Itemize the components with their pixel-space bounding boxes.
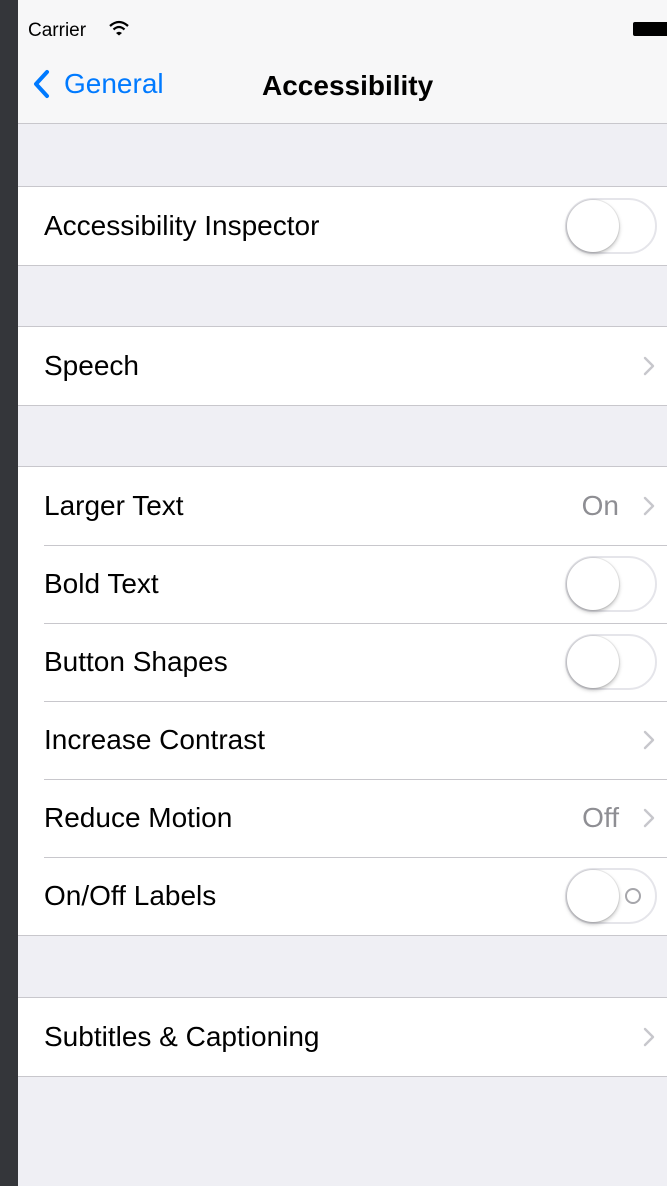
- row-label: On/Off Labels: [44, 880, 217, 911]
- back-button[interactable]: General: [32, 66, 164, 102]
- back-button-label: General: [64, 68, 164, 99]
- row-label: Button Shapes: [44, 646, 228, 677]
- settings-row-button-shapes: Button Shapes: [18, 623, 667, 701]
- toggle-knob: [567, 200, 619, 252]
- battery-icon: [633, 22, 667, 36]
- wifi-icon: [109, 20, 129, 36]
- navigation-bar: General Accessibility: [18, 40, 667, 124]
- row-label: Increase Contrast: [44, 724, 265, 755]
- chevron-right-icon: [643, 808, 655, 828]
- settings-row-speech[interactable]: Speech: [18, 327, 667, 405]
- accessibility-inspector-toggle[interactable]: [565, 198, 657, 254]
- background-edge: [0, 0, 18, 1186]
- settings-group-vision: Larger Text On Bold Text Button Shapes I…: [18, 466, 667, 936]
- row-label: Reduce Motion: [44, 802, 233, 833]
- page-title: Accessibility: [262, 70, 434, 101]
- row-label: Speech: [44, 350, 139, 381]
- settings-row-reduce-motion[interactable]: Reduce Motion Off: [18, 779, 667, 857]
- settings-row-larger-text[interactable]: Larger Text On: [18, 467, 667, 545]
- settings-row-accessibility-inspector: Accessibility Inspector: [18, 187, 667, 265]
- settings-group-speech: Speech: [18, 326, 667, 406]
- chevron-right-icon: [643, 1027, 655, 1047]
- row-value: Off: [582, 802, 619, 833]
- chevron-right-icon: [643, 730, 655, 750]
- row-label: Bold Text: [44, 568, 159, 599]
- toggle-knob: [567, 870, 619, 922]
- chevron-left-icon: [34, 70, 49, 98]
- row-label: Subtitles & Captioning: [44, 1021, 320, 1052]
- bold-text-toggle[interactable]: [565, 556, 657, 612]
- settings-row-on-off-labels: On/Off Labels: [18, 857, 667, 935]
- button-shapes-toggle[interactable]: [565, 634, 657, 690]
- carrier-label: Carrier: [28, 20, 87, 41]
- on-off-labels-toggle[interactable]: [565, 868, 657, 924]
- row-label: Larger Text: [44, 490, 184, 521]
- settings-row-subtitles-captioning[interactable]: Subtitles & Captioning: [18, 998, 667, 1076]
- settings-row-increase-contrast[interactable]: Increase Contrast: [18, 701, 667, 779]
- settings-group-captioning: Subtitles & Captioning: [18, 997, 667, 1077]
- off-indicator-icon: [625, 888, 641, 904]
- settings-screen: Carrier General Accessibility Accessibil…: [18, 0, 667, 1186]
- settings-group-inspector: Accessibility Inspector: [18, 186, 667, 266]
- chevron-right-icon: [643, 356, 655, 376]
- row-label: Accessibility Inspector: [44, 210, 320, 241]
- row-value: On: [581, 490, 619, 521]
- toggle-knob: [567, 636, 619, 688]
- status-bar: Carrier: [18, 0, 667, 41]
- toggle-knob: [567, 558, 619, 610]
- settings-row-bold-text: Bold Text: [18, 545, 667, 623]
- chevron-right-icon: [643, 496, 655, 516]
